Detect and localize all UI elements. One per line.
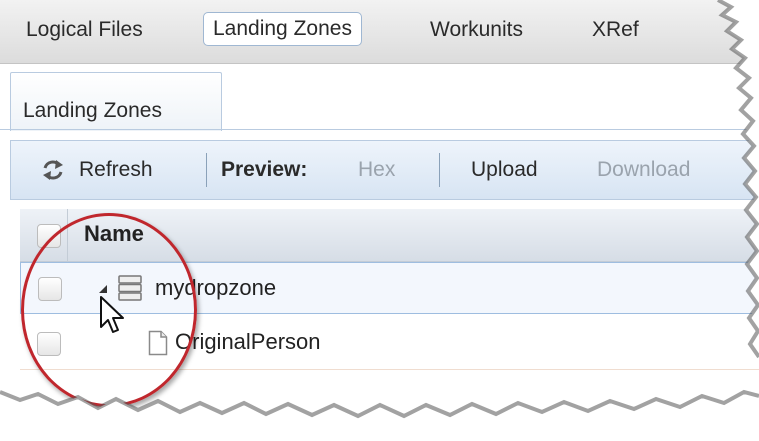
torn-edge-overlay [0,0,759,441]
screenshot-stage: Logical Files Landing Zones Workunits XR… [0,0,759,441]
